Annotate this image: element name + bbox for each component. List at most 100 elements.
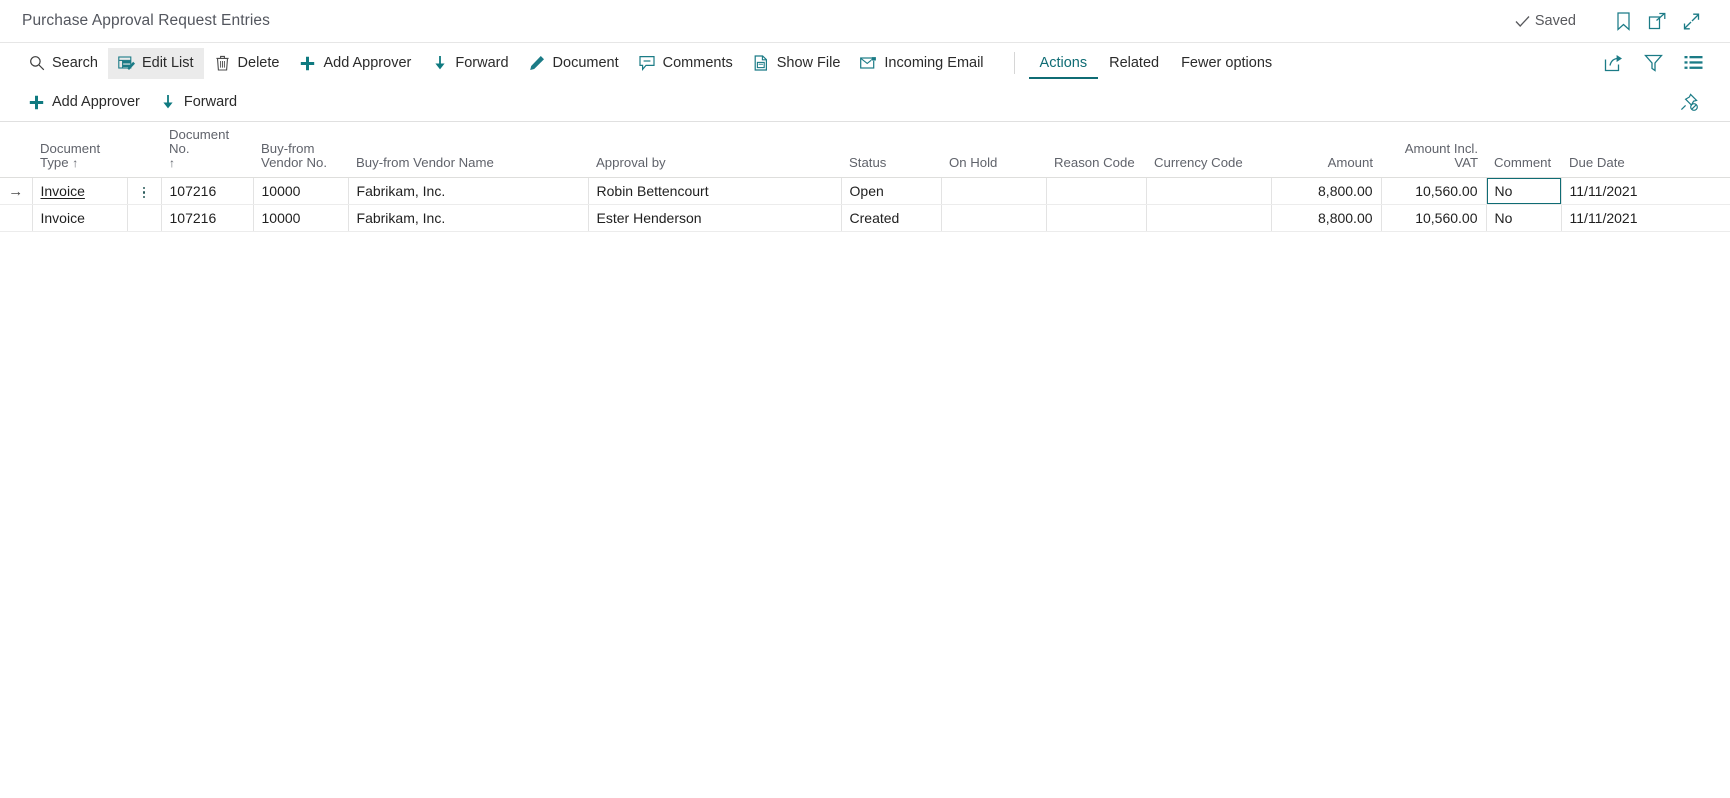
delete-button[interactable]: Delete: [204, 48, 290, 79]
list-view-icon[interactable]: [1680, 50, 1706, 76]
cell-reason-code[interactable]: [1046, 204, 1147, 232]
arrow-down-icon: [160, 94, 177, 111]
open-in-new-window-icon[interactable]: [1640, 4, 1674, 38]
assist-edit-button[interactable]: [127, 204, 162, 232]
header-comment[interactable]: Comment: [1486, 122, 1562, 178]
cell-on-hold[interactable]: [941, 177, 1047, 205]
forward-button[interactable]: Forward: [421, 48, 518, 79]
header-reason-code[interactable]: Reason Code: [1046, 122, 1147, 178]
cell-buy-from-vendor-no[interactable]: 10000: [253, 177, 349, 205]
cell-comment[interactable]: No: [1486, 177, 1562, 205]
cell-currency-code[interactable]: [1146, 204, 1272, 232]
header-document-type-line2: Type: [40, 155, 69, 170]
edit-list-icon: [118, 55, 135, 72]
trash-icon: [214, 55, 231, 72]
document-button-label: Document: [552, 55, 619, 71]
cell-status[interactable]: Open: [841, 177, 942, 205]
header-on-hold[interactable]: On Hold: [941, 122, 1047, 178]
row-indicator-cell: →: [0, 177, 33, 205]
bookmark-icon[interactable]: [1606, 4, 1640, 38]
search-icon: [28, 55, 45, 72]
header-document-type[interactable]: Document Type ↑: [32, 122, 162, 178]
row-indicator-cell: [0, 204, 33, 232]
plus-icon: [28, 94, 45, 111]
filter-icon[interactable]: [1640, 50, 1666, 76]
header-amount-incl-vat[interactable]: Amount Incl. VAT: [1381, 122, 1487, 178]
sub-ribbon-right: [1672, 85, 1712, 119]
cell-amount[interactable]: 8,800.00: [1271, 204, 1382, 232]
comment-icon: [639, 55, 656, 72]
incoming-email-button[interactable]: Incoming Email: [850, 48, 993, 79]
command-ribbon: Search Edit List Delete Add Approver For…: [0, 42, 1730, 83]
header-vendor-no-line2: Vendor No.: [261, 155, 327, 170]
table-header-row: Document Type ↑ Document No. ↑ Buy-from …: [0, 122, 1730, 178]
cell-amount-incl-vat[interactable]: 10,560.00: [1381, 204, 1487, 232]
header-reason-code-label: Reason Code: [1054, 155, 1135, 170]
cell-amount-incl-vat[interactable]: 10,560.00: [1381, 177, 1487, 205]
show-file-icon: [753, 55, 770, 72]
pencil-icon: [529, 55, 546, 72]
header-comment-label: Comment: [1494, 155, 1552, 170]
cell-approval-by[interactable]: Ester Henderson: [588, 204, 842, 232]
cell-buy-from-vendor-name[interactable]: Fabrikam, Inc.: [348, 177, 589, 205]
header-amount[interactable]: Amount: [1271, 122, 1382, 178]
cell-currency-code[interactable]: [1146, 177, 1272, 205]
incoming-email-button-label: Incoming Email: [884, 55, 984, 71]
cell-buy-from-vendor-name[interactable]: Fabrikam, Inc.: [348, 204, 589, 232]
sort-ascending-icon: ↑: [169, 156, 176, 170]
header-status[interactable]: Status: [841, 122, 942, 178]
sub-forward-button[interactable]: Forward: [150, 87, 247, 118]
sub-add-approver-button[interactable]: Add Approver: [18, 87, 150, 118]
header-amount-label: Amount: [1327, 155, 1374, 170]
header-currency-code[interactable]: Currency Code: [1146, 122, 1272, 178]
plus-icon: [299, 55, 316, 72]
collapse-icon[interactable]: [1674, 4, 1708, 38]
table-row[interactable]: Invoice 107216 10000 Fabrikam, Inc. Este…: [0, 204, 1730, 232]
cell-approval-by[interactable]: Robin Bettencourt: [588, 177, 842, 205]
cell-comment[interactable]: No: [1486, 204, 1562, 232]
header-buy-from-vendor-name[interactable]: Buy-from Vendor Name: [348, 122, 589, 178]
current-row-arrow-icon: →: [8, 183, 24, 200]
add-approver-button[interactable]: Add Approver: [289, 48, 421, 79]
menu-related[interactable]: Related: [1098, 48, 1170, 79]
edit-list-button[interactable]: Edit List: [107, 47, 204, 79]
approval-entries-table: Document Type ↑ Document No. ↑ Buy-from …: [0, 122, 1730, 232]
cell-amount[interactable]: 8,800.00: [1271, 177, 1382, 205]
sub-command-ribbon: Add Approver Forward: [0, 83, 1730, 121]
cell-status[interactable]: Created: [841, 204, 942, 232]
header-buy-from-vendor-no[interactable]: Buy-from Vendor No.: [253, 122, 349, 178]
delete-button-label: Delete: [237, 55, 280, 71]
document-button[interactable]: Document: [519, 48, 629, 79]
cell-buy-from-vendor-no[interactable]: 10000: [253, 204, 349, 232]
header-approval-by-label: Approval by: [596, 155, 666, 170]
assist-edit-button[interactable]: [127, 177, 162, 205]
cell-on-hold[interactable]: [941, 204, 1047, 232]
menu-fewer-options[interactable]: Fewer options: [1170, 48, 1283, 79]
cell-document-type-value[interactable]: Invoice: [41, 183, 85, 199]
cell-document-no[interactable]: 107216: [161, 177, 254, 205]
table-row[interactable]: → Invoice 107216 10000 Fabrikam, Inc. Ro…: [0, 177, 1730, 205]
header-document-type-line1: Document: [40, 141, 101, 156]
cell-document-type[interactable]: Invoice: [32, 177, 128, 205]
cell-due-date[interactable]: 11/11/2021: [1561, 177, 1730, 205]
cell-document-no[interactable]: 107216: [161, 204, 254, 232]
share-icon[interactable]: [1600, 50, 1626, 76]
show-file-button[interactable]: Show File: [743, 48, 851, 79]
search-button[interactable]: Search: [18, 48, 108, 79]
add-approver-button-label: Add Approver: [323, 55, 412, 71]
cell-reason-code[interactable]: [1046, 177, 1147, 205]
cell-due-date[interactable]: 11/11/2021: [1561, 204, 1730, 232]
header-document-no[interactable]: Document No. ↑: [161, 122, 254, 178]
menu-actions[interactable]: Actions: [1028, 48, 1099, 79]
header-vendor-no-line1: Buy-from: [261, 141, 315, 156]
unpin-icon[interactable]: [1672, 85, 1706, 119]
show-file-button-label: Show File: [776, 55, 841, 71]
header-document-no-line1: Document No.: [169, 127, 230, 156]
forward-button-label: Forward: [455, 55, 509, 71]
cell-document-type[interactable]: Invoice: [32, 204, 128, 232]
sub-forward-label: Forward: [183, 94, 238, 110]
header-due-date[interactable]: Due Date: [1561, 122, 1730, 178]
comments-button[interactable]: Comments: [629, 48, 743, 79]
search-button-label: Search: [52, 55, 98, 71]
header-approval-by[interactable]: Approval by: [588, 122, 842, 178]
